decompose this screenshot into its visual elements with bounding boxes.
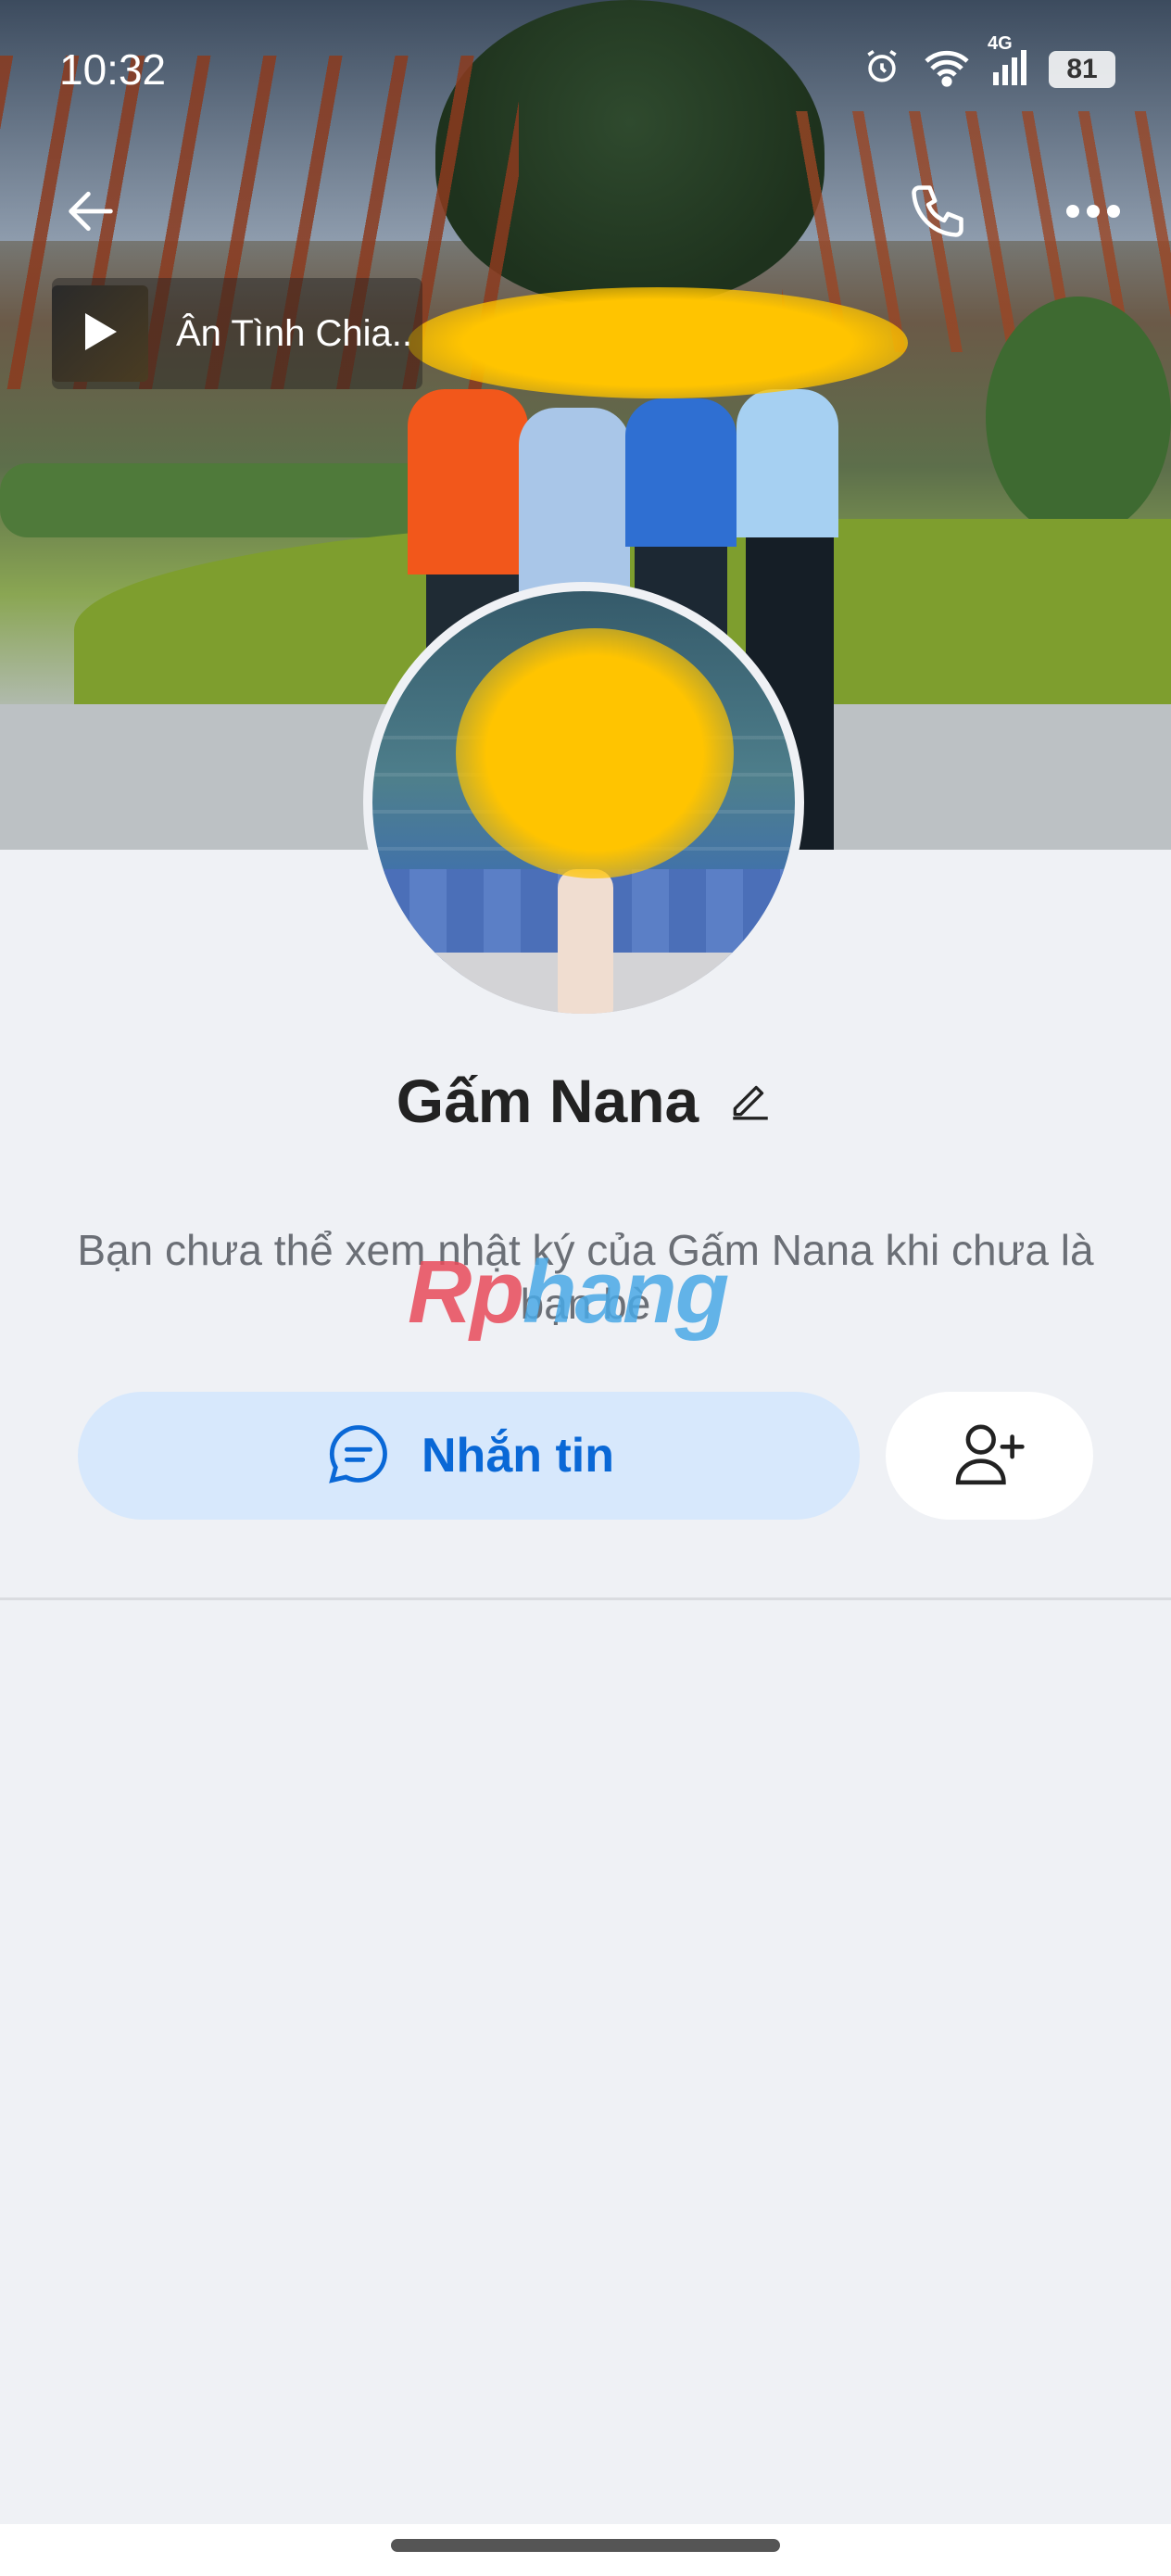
message-button-label: Nhắn tin — [422, 1429, 614, 1483]
status-bar: 10:32 4G 81 — [0, 0, 1171, 139]
alarm-icon — [862, 46, 902, 92]
arrow-left-icon — [61, 182, 120, 246]
avatar-blur-scribble — [456, 628, 734, 878]
chat-bubble-icon — [323, 1419, 394, 1494]
status-icons: 4G 81 — [862, 33, 1115, 92]
more-options-button[interactable] — [1056, 176, 1130, 250]
profile-music-pill[interactable]: Ân Tình Chia.. — [52, 278, 422, 389]
avatar-figure — [558, 869, 613, 1014]
add-friend-button[interactable] — [886, 1392, 1093, 1520]
status-time: 10:32 — [59, 45, 167, 94]
edit-name-button[interactable] — [726, 1077, 774, 1125]
music-title: Ân Tình Chia.. — [176, 312, 412, 354]
battery-indicator: 81 — [1049, 50, 1115, 88]
play-icon — [82, 311, 119, 357]
profile-avatar[interactable] — [363, 582, 804, 1023]
cover-blur-scribble — [408, 287, 908, 398]
cover-bush — [986, 297, 1171, 537]
wifi-icon — [923, 46, 971, 92]
call-button[interactable] — [900, 176, 975, 250]
signal-icon: 4G — [988, 33, 1028, 92]
section-divider — [0, 1597, 1171, 1600]
back-button[interactable] — [54, 176, 128, 250]
phone-icon — [906, 180, 969, 247]
gesture-handle[interactable] — [391, 2539, 780, 2552]
network-label: 4G — [988, 33, 1013, 54]
music-album-thumbnail — [52, 285, 148, 382]
profile-name-row: Gấm Nana — [0, 1066, 1171, 1136]
watermark-part1: Rp — [408, 1243, 524, 1342]
add-user-icon — [952, 1419, 1026, 1494]
message-button[interactable]: Nhắn tin — [78, 1392, 860, 1520]
pencil-icon — [727, 1076, 774, 1127]
watermark-logo: Rphang — [408, 1242, 729, 1344]
ellipsis-icon — [1064, 202, 1123, 225]
profile-name: Gấm Nana — [396, 1067, 699, 1135]
watermark-part2: hang — [522, 1243, 729, 1342]
